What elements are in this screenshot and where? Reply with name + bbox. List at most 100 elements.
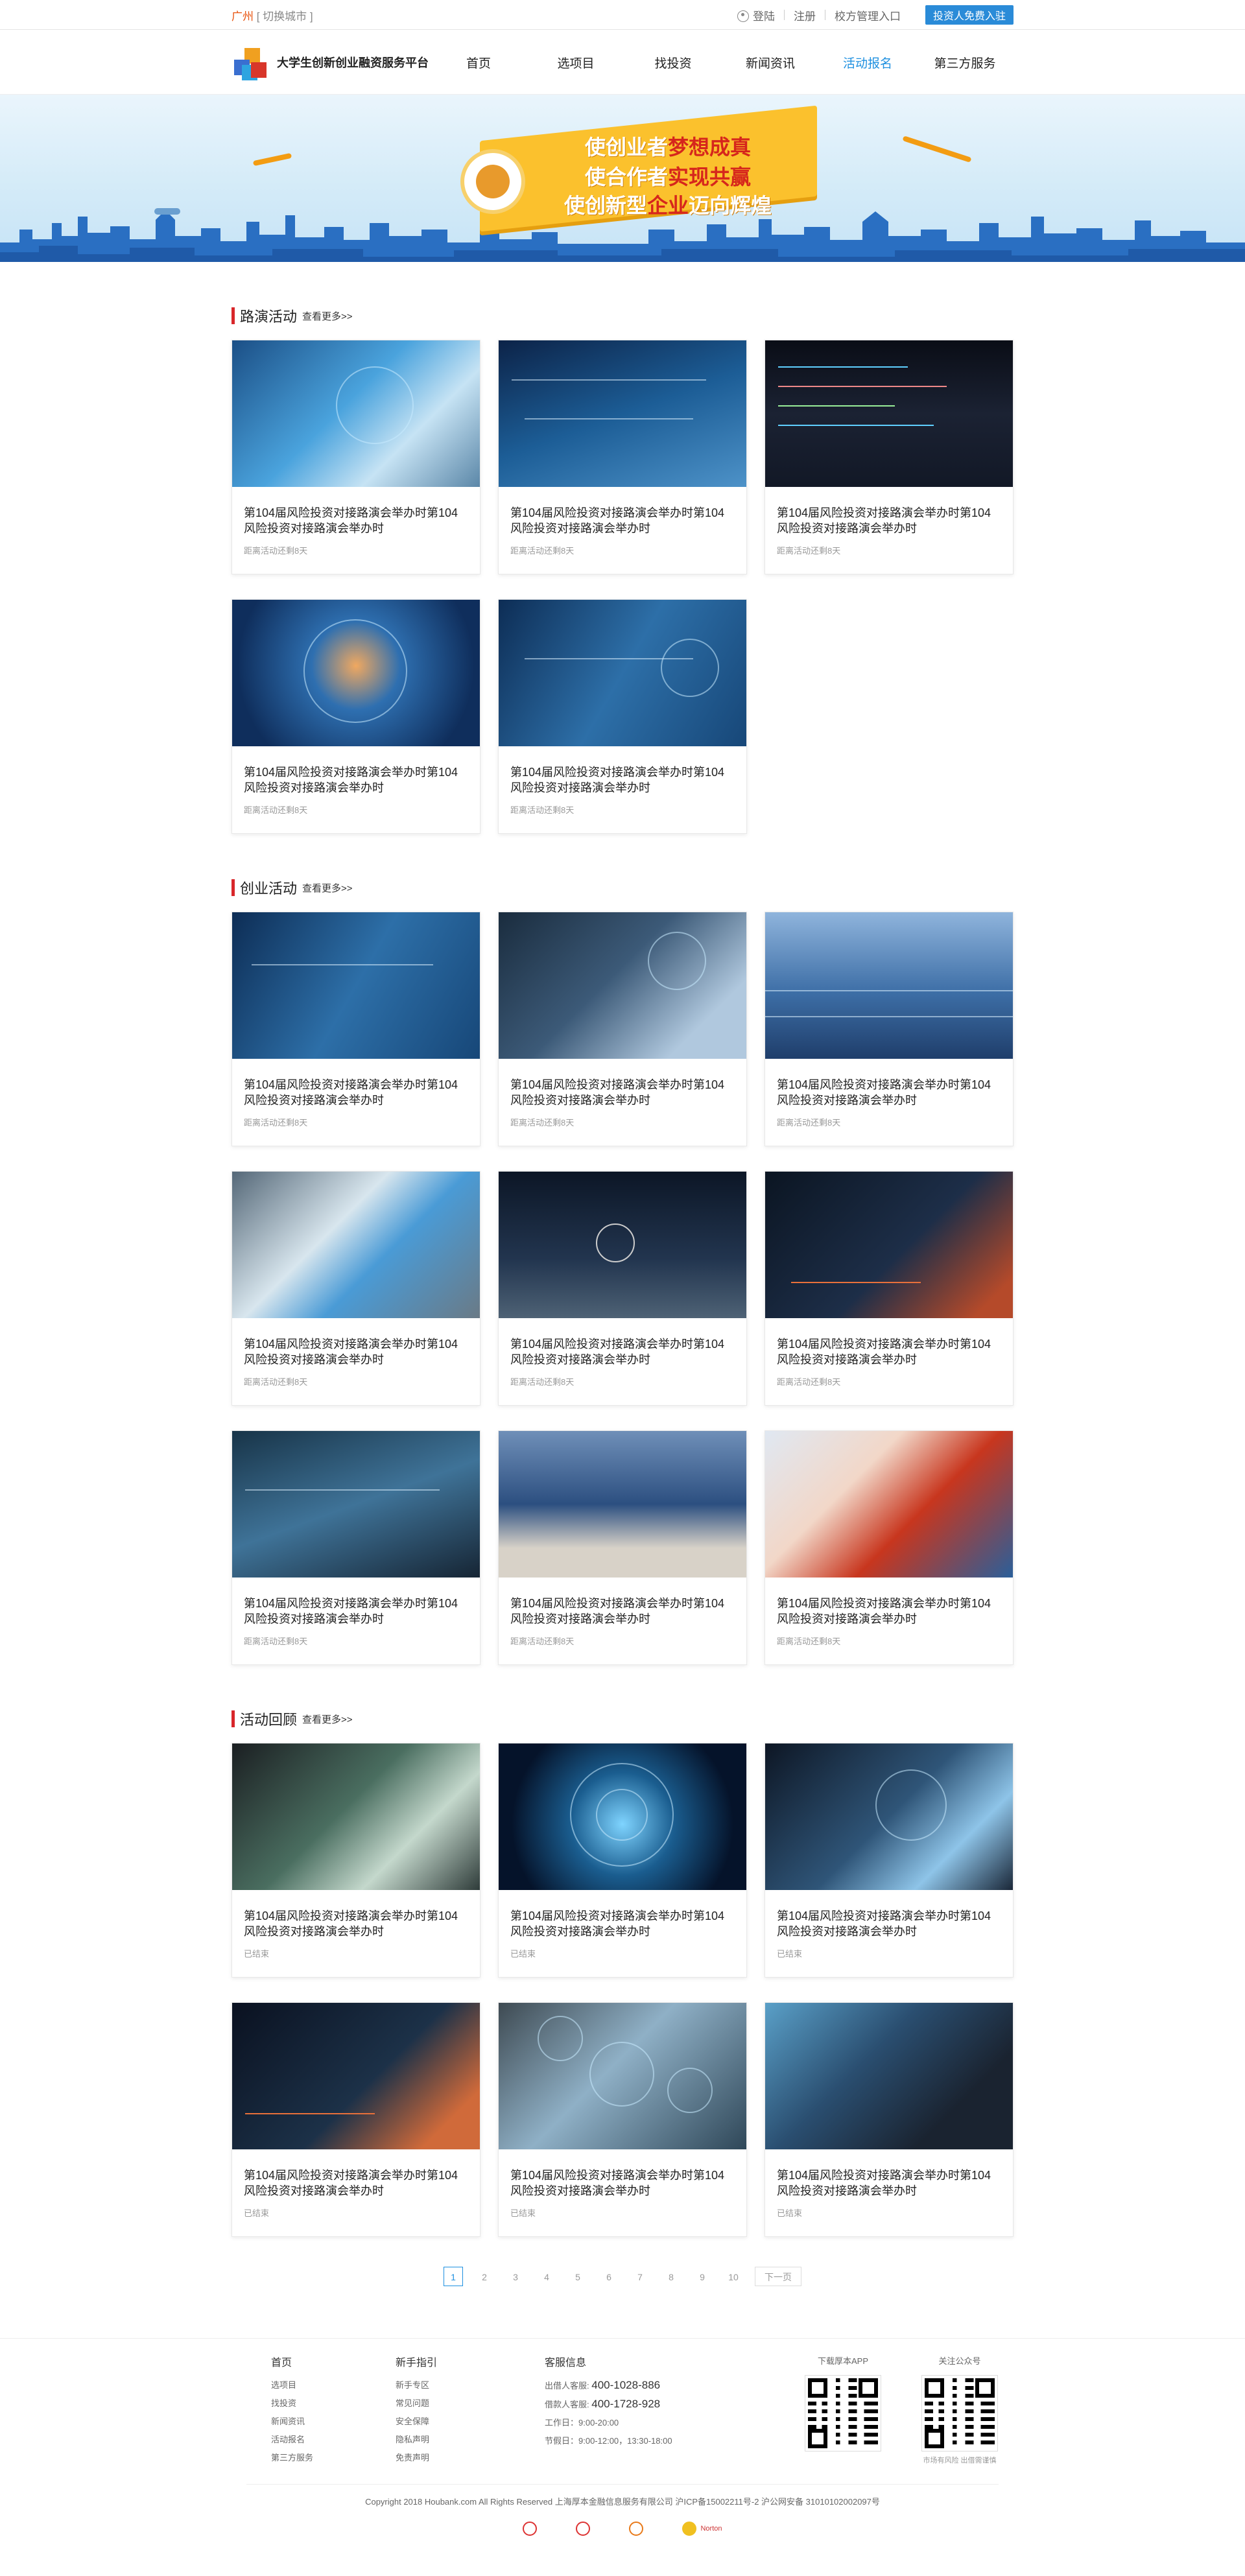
event-card[interactable]: 第104届风险投资对接路演会举办时第104风险投资对接路演会举办时 距离活动还剩8… [765, 1171, 1014, 1406]
footer-link[interactable]: 隐私声明 [396, 2431, 545, 2449]
event-card[interactable]: 第104届风险投资对接路演会举办时第104风险投资对接路演会举办时 距离活动还剩8… [765, 912, 1014, 1146]
event-card[interactable]: 第104届风险投资对接路演会举办时第104风险投资对接路演会举办时距离活动还剩8… [765, 1430, 1014, 1665]
event-title: 第104届风险投资对接路演会举办时第104风险投资对接路演会举办时 [510, 2169, 725, 2197]
footer-link[interactable]: 选项目 [271, 2376, 396, 2394]
section-header: 路演活动 查看更多>> [231, 306, 1014, 325]
event-card[interactable]: 第104届风险投资对接路演会举办时第104风险投资对接路演会举办时 距离活动还剩8… [765, 340, 1014, 574]
footer-link[interactable]: 新手专区 [396, 2376, 545, 2394]
event-card[interactable]: 第104届风险投资对接路演会举办时第104风险投资对接路演会举办时 距离活动还剩8… [231, 1430, 480, 1665]
event-image [232, 1743, 480, 1890]
event-card[interactable]: 第104届风险投资对接路演会举办时第104风险投资对接路演会举办时 距离活动还剩8… [498, 340, 747, 574]
nav-investment[interactable]: 找投资 [624, 54, 722, 71]
event-card[interactable]: 第104届风险投资对接路演会举办时第104风险投资对接路演会举办时 已结束 [498, 2002, 747, 2237]
event-image [499, 1172, 746, 1318]
nav-events[interactable]: 活动报名 [819, 54, 916, 71]
decor-streak [902, 136, 972, 163]
event-title: 第104届风险投资对接路演会举办时第104风险投资对接路演会举办时 [244, 1078, 458, 1107]
footer-link[interactable]: 活动报名 [271, 2431, 396, 2449]
city-selector[interactable]: 广州 [ 切换城市 ] [231, 7, 313, 23]
event-title: 第104届风险投资对接路演会举办时第104风险投资对接路演会举办时 [777, 1338, 991, 1366]
event-image [765, 912, 1013, 1059]
section-title: 活动回顾 [240, 1712, 298, 1728]
event-card[interactable]: 第104届风险投资对接路演会举办时第104风险投资对接路演会举办时 已结束 [765, 1743, 1014, 1978]
footer-link[interactable]: 找投资 [271, 2394, 396, 2413]
nav-third-party[interactable]: 第三方服务 [916, 54, 1014, 71]
event-status: 距离活动还剩8天 [244, 1377, 308, 1387]
next-page-button[interactable]: 下一页 [755, 2267, 801, 2286]
event-card[interactable]: 第104届风险投资对接路演会举办时第104风险投资对接路演会举办时 已结束 [231, 1743, 480, 1978]
section-marker [231, 1710, 235, 1727]
school-admin-link[interactable]: 校方管理入口 [835, 7, 901, 23]
event-title: 第104届风险投资对接路演会举办时第104风险投资对接路演会举办时 [777, 1597, 991, 1625]
event-card[interactable]: 第104届风险投资对接路演会举办时第104风险投资对接路演会举办时 距离活动还剩8… [498, 599, 747, 834]
risk-notice: 市场有风险 出借需谨慎 [923, 2457, 997, 2464]
nav-projects[interactable]: 选项目 [527, 54, 624, 71]
footer-link[interactable]: 第三方服务 [271, 2449, 396, 2467]
page-5[interactable]: 5 [568, 2267, 587, 2286]
footer-link[interactable]: 新闻资讯 [271, 2413, 396, 2431]
event-card[interactable]: 第104届风险投资对接路演会举办时第104风险投资对接路演会举办时 距离活动还剩8… [231, 1171, 480, 1406]
event-image [765, 340, 1013, 487]
event-status: 距离活动还剩8天 [777, 1637, 841, 1646]
view-more-link[interactable]: 查看更多>> [302, 1712, 353, 1726]
page-1[interactable]: 1 [444, 2267, 463, 2286]
page-2[interactable]: 2 [475, 2267, 494, 2286]
event-card[interactable]: 第104届风险投资对接路演会举办时第104风险投资对接路演会举办时 距离活动还剩8… [231, 599, 480, 834]
section-marker [231, 307, 235, 324]
event-status: 已结束 [244, 2208, 270, 2218]
event-card[interactable]: 第104届风险投资对接路演会举办时第104风险投资对接路演会举办时 已结束 [231, 2002, 480, 2237]
event-card[interactable]: 第104届风险投资对接路演会举办时第104风险投资对接路演会举办时 已结束 [498, 1743, 747, 1978]
medal-icon [460, 149, 525, 214]
switch-city-link[interactable]: [ 切换城市 ] [257, 10, 313, 23]
event-card[interactable]: 第104届风险投资对接路演会举办时第104风险投资对接路演会举办时 距离活动还剩8… [498, 1171, 747, 1406]
roadshow-section: 路演活动 查看更多>> 第104届风险投资对接路演会举办时第104风险投资对接路… [231, 262, 1014, 834]
investor-signup-button[interactable]: 投资人免费入驻 [925, 5, 1014, 25]
startup-events-section: 创业活动 查看更多>> 第104届风险投资对接路演会举办时第104风险投资对接路… [231, 834, 1014, 1665]
view-more-link[interactable]: 查看更多>> [302, 309, 353, 323]
event-card[interactable]: 第104届风险投资对接路演会举办时第104风险投资对接路演会举办时 已结束 [765, 2002, 1014, 2237]
event-status: 已结束 [510, 1949, 536, 1959]
decor-streak [252, 152, 292, 167]
hero-banner: 使创业者梦想成真 使合作者实现共赢 使创新型企业迈向辉煌 [0, 95, 1245, 262]
nav-home[interactable]: 首页 [430, 54, 527, 71]
nav-news[interactable]: 新闻资讯 [722, 54, 819, 71]
event-card[interactable]: 第104届风险投资对接路演会举办时第104风险投资对接路演会举办时 距离活动还剩8… [498, 912, 747, 1146]
footer-col-title[interactable]: 首页 [271, 2354, 396, 2372]
app-qr-code-icon [805, 2375, 881, 2452]
security-badge-icon[interactable] [629, 2522, 644, 2536]
event-card[interactable]: 第104届风险投资对接路演会举办时第104风险投资对接路演会举办时 距离活动还剩8… [498, 1430, 747, 1665]
current-city: 广州 [231, 10, 254, 23]
page-8[interactable]: 8 [661, 2267, 681, 2286]
footer-link[interactable]: 免责声明 [396, 2449, 545, 2467]
slogan-line-2: 使合作者实现共赢 [584, 165, 752, 189]
credit-badge-icon[interactable] [576, 2522, 591, 2536]
norton-badge-icon[interactable]: Norton [682, 2522, 722, 2536]
event-card[interactable]: 第104届风险投资对接路演会举办时第104风险投资对接路演会举办时 距离活动还剩8… [231, 340, 480, 574]
event-image [232, 912, 480, 1059]
page-10[interactable]: 10 [724, 2267, 743, 2286]
view-more-link[interactable]: 查看更多>> [302, 881, 353, 895]
logo[interactable]: 大学生创新创业融资服务平台 [231, 44, 429, 80]
main-nav: 首页 选项目 找投资 新闻资讯 活动报名 第三方服务 [430, 54, 1014, 71]
event-image [765, 1743, 1013, 1890]
login-link[interactable]: 登陆 [737, 7, 775, 23]
slogan-line-1: 使创业者梦想成真 [584, 136, 752, 159]
page-9[interactable]: 9 [693, 2267, 712, 2286]
event-title: 第104届风险投资对接路演会举办时第104风险投资对接路演会举办时 [244, 1909, 458, 1938]
app-qr-label: 下载厚本APP [817, 2356, 868, 2366]
footer-link[interactable]: 常见问题 [396, 2394, 545, 2413]
page-6[interactable]: 6 [599, 2267, 619, 2286]
copyright: Copyright 2018 Houbank.com All Rights Re… [246, 2484, 999, 2507]
page-4[interactable]: 4 [537, 2267, 556, 2286]
page-7[interactable]: 7 [630, 2267, 650, 2286]
event-review-section: 活动回顾 查看更多>> 第104届风险投资对接路演会举办时第104风险投资对接路… [231, 1665, 1014, 2237]
register-link[interactable]: 注册 [794, 7, 816, 23]
event-title: 第104届风险投资对接路演会举办时第104风险投资对接路演会举办时 [510, 1338, 725, 1366]
top-links: 登陆 注册 校方管理入口 投资人免费入驻 [737, 5, 1014, 25]
section-title: 路演活动 [240, 309, 298, 325]
police-badge-icon[interactable] [523, 2522, 538, 2536]
footer-col-title: 新手指引 [396, 2357, 438, 2369]
footer-link[interactable]: 安全保障 [396, 2413, 545, 2431]
page-3[interactable]: 3 [506, 2267, 525, 2286]
event-card[interactable]: 第104届风险投资对接路演会举办时第104风险投资对接路演会举办时 距离活动还剩8… [231, 912, 480, 1146]
